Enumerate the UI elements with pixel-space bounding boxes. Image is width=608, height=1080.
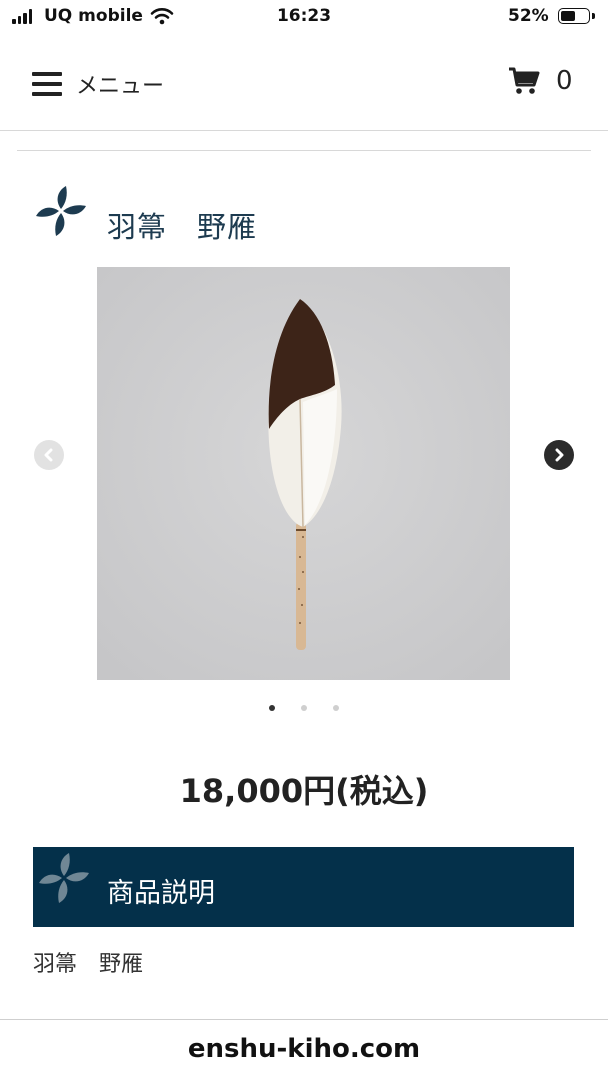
brand-logo-icon [36, 186, 86, 236]
description-section-title: 商品説明 [107, 878, 215, 909]
chevron-left-icon [44, 448, 53, 462]
hamburger-icon [32, 72, 62, 96]
brand-logo-watermark-icon [39, 853, 89, 903]
carousel-indicators [0, 705, 608, 711]
content-divider [17, 150, 591, 151]
footer-divider [0, 1019, 608, 1020]
chevron-right-icon [555, 448, 564, 462]
carousel-dot[interactable] [333, 705, 339, 711]
product-price: 18,000円(税込) [179, 772, 429, 810]
battery-cap [592, 13, 595, 19]
carousel-dot[interactable] [301, 705, 307, 711]
product-description: 羽箒 野雁 [33, 952, 144, 977]
battery-icon [558, 8, 590, 24]
product-title: 羽箒 野雁 [107, 210, 258, 244]
site-header: メニュー 0 [0, 50, 608, 120]
site-url[interactable]: enshu-kiho.com [0, 1034, 608, 1064]
menu-button[interactable]: メニュー [32, 68, 164, 100]
description-section-header: 商品説明 [33, 847, 574, 927]
carousel-dot[interactable] [269, 705, 275, 711]
menu-label: メニュー [76, 74, 165, 99]
header-divider [0, 130, 608, 131]
cart-button[interactable]: 0 [508, 66, 573, 96]
carousel-next-button[interactable] [544, 440, 574, 470]
carousel-prev-button[interactable] [34, 440, 64, 470]
status-bar: UQ mobile 16:23 52% [0, 0, 608, 34]
feather-product-image [97, 267, 510, 680]
product-image-carousel[interactable] [97, 267, 510, 680]
cart-icon [509, 67, 540, 94]
cart-count: 0 [556, 66, 573, 96]
battery-percentage: 52% [508, 6, 549, 26]
